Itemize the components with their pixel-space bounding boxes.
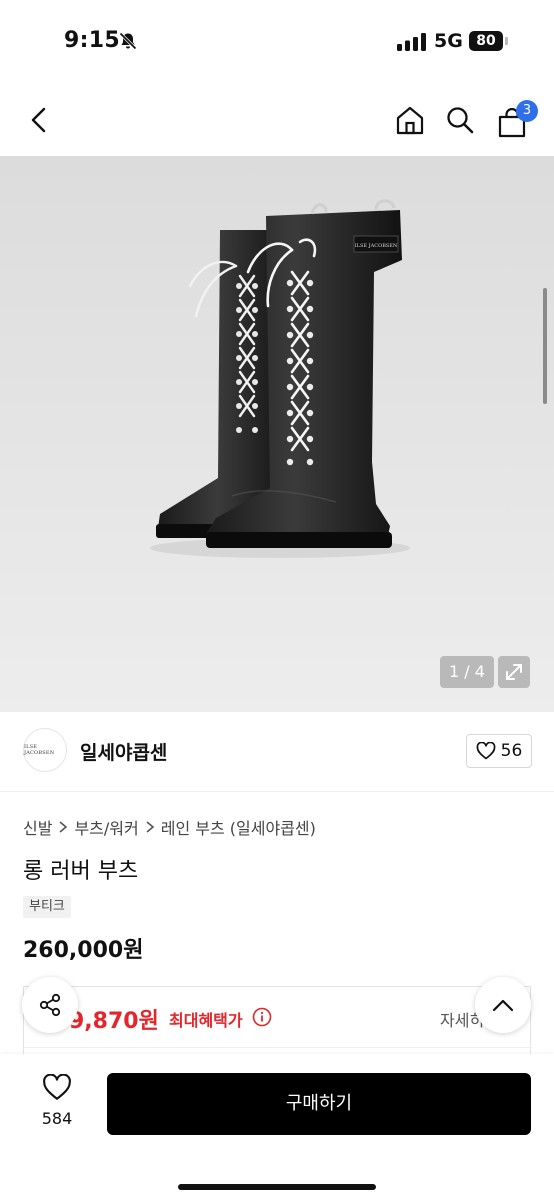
- chevron-up-icon: [492, 999, 514, 1012]
- breadcrumb-item[interactable]: 신발: [23, 815, 52, 839]
- share-icon: [39, 993, 61, 1017]
- brand-row: ILSE JACOBSEN 일세야콥센 56: [0, 712, 554, 792]
- divider: [24, 1047, 532, 1048]
- signal-icon: [397, 33, 426, 51]
- product-image-gallery[interactable]: ILSE JACOBSEN 1 / 4: [0, 156, 554, 712]
- brand-logo-text: ILSE JACOBSEN: [24, 744, 55, 756]
- image-page-indicator: 1 / 4: [440, 656, 494, 688]
- brand-logo[interactable]: ILSE JACOBSEN: [23, 728, 67, 772]
- expand-image-button[interactable]: [498, 656, 530, 688]
- bottom-action-bar: 584 구매하기: [0, 1054, 554, 1200]
- brand-name[interactable]: 일세야콥센: [80, 738, 167, 765]
- wishlist-count: 584: [41, 1109, 73, 1128]
- share-button[interactable]: [22, 977, 78, 1033]
- product-image-boots: ILSE JACOBSEN: [150, 199, 410, 558]
- brand-like-count: 56: [500, 741, 523, 761]
- status-time: 9:15: [64, 28, 120, 53]
- breadcrumb: 신발 부츠/워커 레인 부츠 (일세야콥센): [23, 815, 316, 839]
- back-icon: [31, 107, 46, 133]
- buy-button[interactable]: 구매하기: [107, 1073, 531, 1135]
- product-price: 260,000원: [23, 938, 144, 963]
- battery-level: 80: [469, 31, 503, 51]
- scrollbar[interactable]: [543, 288, 547, 404]
- info-icon[interactable]: [252, 1007, 272, 1027]
- battery-cap: [505, 37, 508, 45]
- expand-icon: [506, 664, 522, 680]
- status-bar: 9:15 5G 80: [0, 0, 554, 84]
- cart-badge: 3: [516, 100, 538, 122]
- wishlist-button[interactable]: 584: [30, 1073, 84, 1134]
- breadcrumb-item[interactable]: 레인 부츠 (일세야콥센): [161, 815, 316, 839]
- max-benefit-price: 9,870원: [69, 1009, 159, 1034]
- home-icon: [396, 106, 424, 135]
- scroll-to-top-button[interactable]: [475, 977, 531, 1033]
- heart-icon: [43, 1073, 71, 1100]
- home-button[interactable]: [388, 84, 432, 156]
- brand-like-button[interactable]: 56: [466, 734, 532, 768]
- max-benefit-label: 최대혜택가: [169, 1011, 243, 1030]
- bell-slash-icon: [119, 32, 137, 50]
- search-button[interactable]: [438, 84, 482, 156]
- home-indicator: [178, 1184, 376, 1190]
- chevron-right-icon: [146, 821, 154, 833]
- chevron-right-icon: [59, 821, 68, 833]
- cart-button[interactable]: 3: [490, 84, 538, 156]
- product-tag: 부티크: [23, 896, 71, 918]
- network-label: 5G: [434, 30, 463, 52]
- battery-icon: 80: [469, 31, 509, 51]
- boot-brand-label: ILSE JACOBSEN: [355, 243, 398, 249]
- breadcrumb-item[interactable]: 부츠/워커: [74, 815, 138, 839]
- back-button[interactable]: [18, 84, 62, 156]
- app-header: 3: [0, 84, 554, 156]
- heart-icon: [476, 742, 496, 760]
- search-icon: [447, 107, 474, 134]
- product-title: 롱 러버 부츠: [23, 859, 139, 884]
